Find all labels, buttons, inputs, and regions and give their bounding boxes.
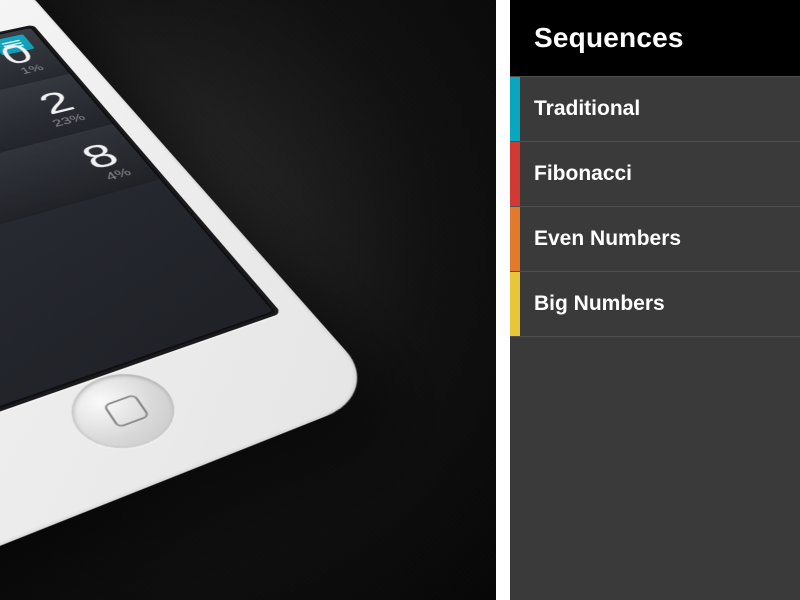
color-bar xyxy=(510,142,520,206)
panel-title: Sequences xyxy=(510,0,800,76)
menu-item-label: Fibonacci xyxy=(534,162,632,185)
menu-item-traditional[interactable]: Traditional xyxy=(510,76,800,141)
phone-photo: ces onal onacci Even Numbers Big Numbers… xyxy=(0,0,510,600)
phone-cards: 0 1% 2 23% 8 4% xyxy=(0,28,160,228)
color-bar xyxy=(510,272,520,336)
menu-item-label: Traditional xyxy=(534,97,640,120)
menu-item-even-numbers[interactable]: Even Numbers xyxy=(510,206,800,271)
color-bar xyxy=(510,207,520,271)
menu-item-big-numbers[interactable]: Big Numbers xyxy=(510,271,800,337)
sequences-panel: Sequences Traditional Fibonacci Even Num… xyxy=(496,0,800,600)
menu-item-fibonacci[interactable]: Fibonacci xyxy=(510,141,800,206)
menu-item-label: Even Numbers xyxy=(534,227,681,250)
color-bar xyxy=(510,77,520,141)
iphone-device: ces onal onacci Even Numbers Big Numbers… xyxy=(0,0,383,580)
menu-item-label: Big Numbers xyxy=(534,292,665,315)
